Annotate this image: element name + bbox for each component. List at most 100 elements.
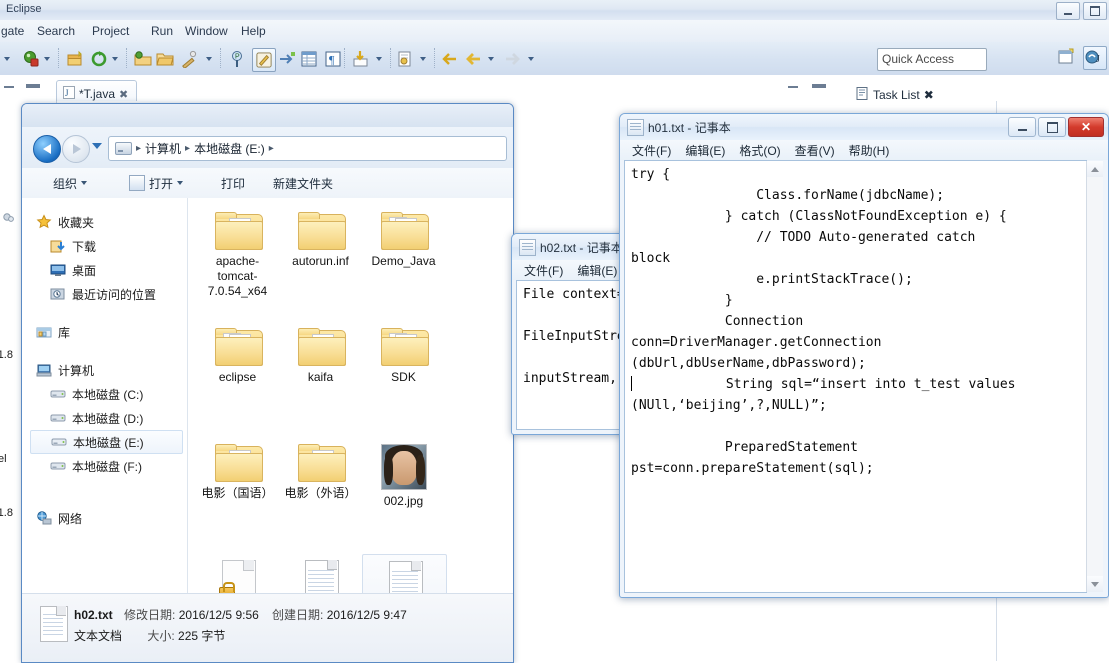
scroll-down-icon[interactable] [1087, 576, 1103, 592]
scroll-up-icon[interactable] [1087, 161, 1103, 177]
sidebar-item-drive-f[interactable]: 本地磁盘 (F:) [22, 454, 187, 478]
file-item[interactable]: eclipse [196, 322, 279, 438]
chevron-down-icon [177, 181, 184, 185]
forward-arrow-icon[interactable] [504, 48, 522, 70]
menu-project[interactable]: Project [87, 23, 134, 39]
toolbar-dropdown-arrow-2[interactable] [44, 48, 50, 70]
open-folder-green-icon[interactable] [134, 48, 152, 70]
search-pin-icon[interactable]: P [230, 48, 248, 70]
print-button[interactable]: 打印 [212, 171, 254, 196]
maximize-button[interactable] [1038, 117, 1066, 137]
file-name: Demo_Java [371, 254, 436, 268]
sidebar-item-drive-e[interactable]: 本地磁盘 (E:) [30, 430, 183, 454]
new-folder-button[interactable]: 新建文件夹 [264, 171, 342, 196]
refresh-icon[interactable] [90, 48, 108, 70]
organize-button[interactable]: 组织 [44, 171, 96, 196]
back-history-icon[interactable] [440, 48, 458, 70]
sidebar-item-desktop[interactable]: 桌面 [22, 258, 187, 282]
next-annotation-icon[interactable] [278, 48, 296, 70]
file-item[interactable]: 002.jpg [362, 438, 445, 554]
tree-fragment-2: el [0, 453, 7, 465]
menu-edit[interactable]: 编辑(E) [571, 261, 623, 280]
file-name: 电影（国语） [201, 486, 274, 500]
toolbar-dropdown-arrow-8[interactable] [528, 48, 534, 70]
open-button[interactable]: 打开 [120, 171, 192, 196]
pilcrow-icon[interactable]: ¶ [324, 48, 342, 70]
sidebar-item-drive-c[interactable]: 本地磁盘 (C:) [22, 382, 187, 406]
sidebar-item-network[interactable]: 网络 [22, 506, 187, 530]
menu-help[interactable]: 帮助(H) [843, 141, 896, 160]
file-item[interactable]: 电影（外语） [279, 438, 362, 554]
close-icon[interactable]: ✖ [119, 88, 128, 101]
breadcrumb-computer[interactable]: 计算机 [145, 140, 181, 157]
file-item[interactable]: 电影（国语） [196, 438, 279, 554]
new-package-icon[interactable] [66, 48, 84, 70]
java-perspective-button[interactable]: J [1083, 46, 1107, 70]
menu-format[interactable]: 格式(O) [733, 141, 786, 160]
file-item[interactable]: SDK [362, 322, 445, 438]
menu-window[interactable]: Window [180, 23, 233, 39]
notepad-h01-text-area[interactable]: try { Class.forName(jdbcName); } catch (… [624, 160, 1087, 593]
editor-maximize-button[interactable] [26, 84, 40, 98]
eclipse-minimize-button[interactable] [1056, 2, 1080, 20]
file-item[interactable]: Demo_Java [362, 206, 445, 322]
menu-file[interactable]: 文件(F) [518, 261, 569, 280]
menu-help[interactable]: Help [236, 23, 271, 39]
details-created-label: 创建日期: [272, 608, 324, 622]
file-item[interactable]: autorun.inf [279, 206, 362, 322]
address-bar[interactable]: ▸ 计算机 ▸ 本地磁盘 (E:) ▸ [108, 136, 507, 161]
open-perspective-button[interactable] [1055, 46, 1079, 70]
file-name: apache-tomcat-7.0.54_x64 [207, 254, 268, 298]
toolbar-dropdown-arrow-1[interactable] [4, 48, 10, 70]
breadcrumb-drive-e[interactable]: 本地磁盘 (E:) [194, 140, 265, 157]
library-icon [36, 324, 52, 340]
menu-run[interactable]: Run [146, 23, 178, 39]
wizard-icon[interactable] [180, 48, 198, 70]
notepad-window-h01[interactable]: h01.txt - 记事本 ✕ 文件(F) 编辑(E) 格式(O) 查看(V) … [619, 113, 1109, 598]
notepad-h01-vertical-scrollbar[interactable] [1086, 161, 1103, 592]
toolbar-separator-1 [58, 48, 60, 68]
tasklist-minimize-button[interactable] [788, 86, 802, 100]
new-java-class-icon[interactable] [396, 48, 414, 70]
eclipse-restore-button[interactable] [1083, 2, 1107, 20]
run-external-icon[interactable] [352, 48, 370, 70]
toolbar-dropdown-arrow-4[interactable] [206, 48, 212, 70]
back-button[interactable] [33, 135, 61, 163]
toolbar-dropdown-arrow-3[interactable] [112, 48, 118, 70]
java-file-icon: J [63, 86, 75, 102]
table-view-icon[interactable] [300, 48, 318, 70]
sidebar-item-downloads[interactable]: 下载 [22, 234, 187, 258]
menu-search[interactable]: Search [32, 23, 80, 39]
quick-access-input[interactable]: Quick Access [877, 48, 987, 71]
tasklist-maximize-button[interactable] [812, 84, 826, 98]
tab-task-list[interactable]: Task List ✖ [852, 82, 942, 106]
file-item[interactable]: apache-tomcat-7.0.54_x64 [196, 206, 279, 322]
toolbar-dropdown-arrow-5[interactable] [376, 48, 382, 70]
forward-button[interactable] [62, 135, 90, 163]
sidebar-item-favorites[interactable]: 收藏夹 [22, 210, 187, 234]
file-item[interactable]: kaifa [279, 322, 362, 438]
notepad-h01-text-part2: Connection conn=DriverManager.getConnect… [631, 314, 882, 371]
menu-navigate[interactable]: gate [0, 23, 29, 39]
chevron-down-icon [81, 181, 88, 185]
sidebar-item-recent-places[interactable]: 最近访问的位置 [22, 282, 187, 306]
editor-minimize-button[interactable] [4, 86, 18, 100]
debug-icon[interactable] [22, 48, 40, 70]
sidebar-item-drive-d[interactable]: 本地磁盘 (D:) [22, 406, 187, 430]
windows-explorer-window[interactable]: ▸ 计算机 ▸ 本地磁盘 (E:) ▸ 组织 打开 打印 新建文件夹 收藏夹 下… [21, 103, 514, 663]
sidebar-item-libraries[interactable]: 库 [22, 320, 187, 344]
sidebar-label: 本地磁盘 (F:) [72, 459, 142, 474]
close-icon[interactable]: ✖ [924, 88, 934, 102]
java-perspective-toggle[interactable] [252, 48, 276, 72]
menu-view[interactable]: 查看(V) [789, 141, 841, 160]
open-folder-icon[interactable] [156, 48, 174, 70]
recent-pages-dropdown-icon[interactable] [92, 143, 102, 149]
menu-edit[interactable]: 编辑(E) [679, 141, 731, 160]
back-arrow-icon[interactable] [464, 48, 482, 70]
toolbar-dropdown-arrow-6[interactable] [420, 48, 426, 70]
toolbar-dropdown-arrow-7[interactable] [488, 48, 494, 70]
menu-file[interactable]: 文件(F) [626, 141, 677, 160]
sidebar-item-computer[interactable]: 计算机 [22, 358, 187, 382]
close-button[interactable]: ✕ [1068, 117, 1104, 137]
minimize-button[interactable] [1008, 117, 1036, 137]
